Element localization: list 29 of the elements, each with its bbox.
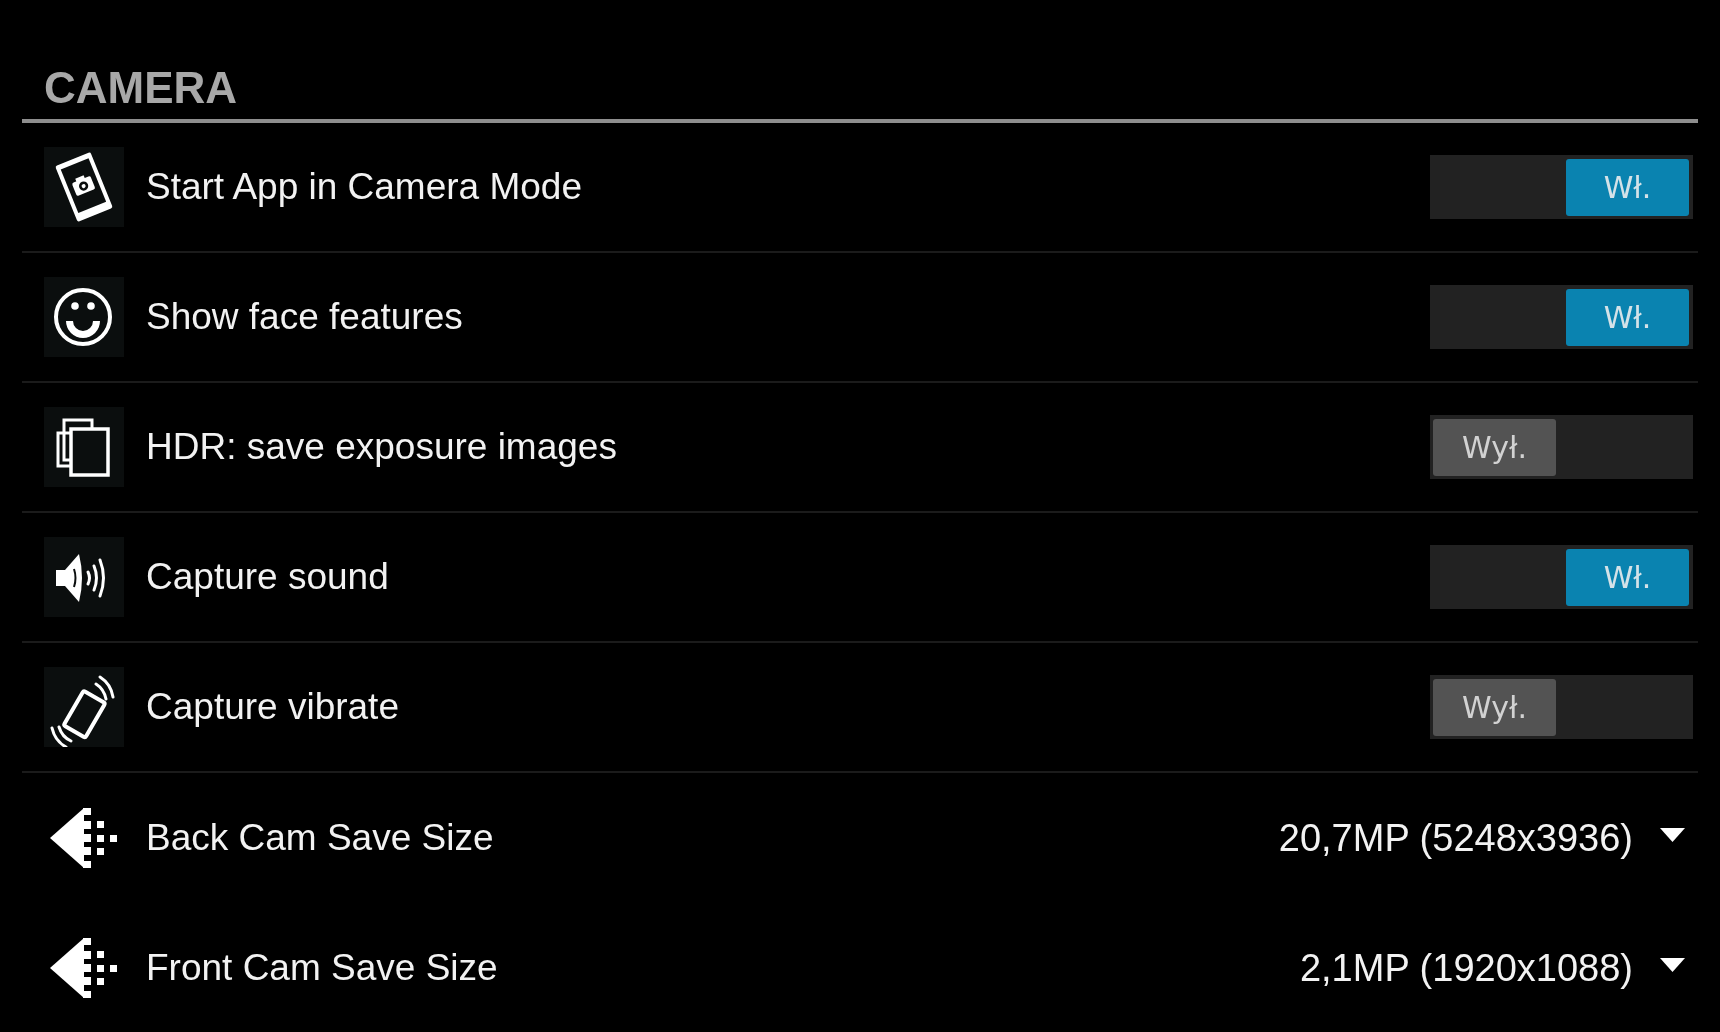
phone-camera-icon: [44, 147, 124, 227]
size-dropdown[interactable]: 2,1MP (1920x1088): [1299, 945, 1693, 991]
phone-vibrate-icon: [44, 667, 124, 747]
setting-label: Show face features: [146, 295, 464, 339]
toggle-switch[interactable]: Wł.: [1430, 545, 1693, 609]
size-dropdown[interactable]: 20,7MP (5248x3936): [1278, 815, 1693, 861]
section-title: CAMERA: [43, 63, 238, 113]
dotted-arrow-icon: [50, 938, 117, 998]
setting-label: Capture vibrate: [146, 685, 400, 729]
setting-label: Front Cam Save Size: [146, 946, 499, 990]
setting-label: Capture sound: [146, 555, 390, 599]
toggle-switch[interactable]: Wł.: [1430, 285, 1693, 349]
switch-knob[interactable]: Wł.: [1566, 288, 1689, 346]
toggle-switch[interactable]: Wył.: [1430, 675, 1693, 739]
dotted-arrow-icon: [50, 808, 117, 868]
setting-label: Back Cam Save Size: [146, 816, 495, 860]
toggle-switch[interactable]: Wł.: [1430, 155, 1693, 219]
caret-icon: [1660, 958, 1685, 972]
switch-knob[interactable]: Wył.: [1433, 678, 1556, 736]
speaker-icon: [44, 537, 124, 617]
toggle-switch[interactable]: Wył.: [1430, 415, 1693, 479]
switch-knob[interactable]: Wył.: [1433, 418, 1556, 476]
switch-knob[interactable]: Wł.: [1566, 548, 1689, 606]
switch-knob[interactable]: Wł.: [1566, 158, 1689, 216]
caret-icon: [1660, 828, 1685, 842]
stacked-pages-icon: [44, 407, 124, 487]
smiley-icon: [44, 277, 124, 357]
setting-label: Start App in Camera Mode: [146, 165, 583, 209]
setting-label: HDR: save exposure images: [146, 425, 618, 469]
